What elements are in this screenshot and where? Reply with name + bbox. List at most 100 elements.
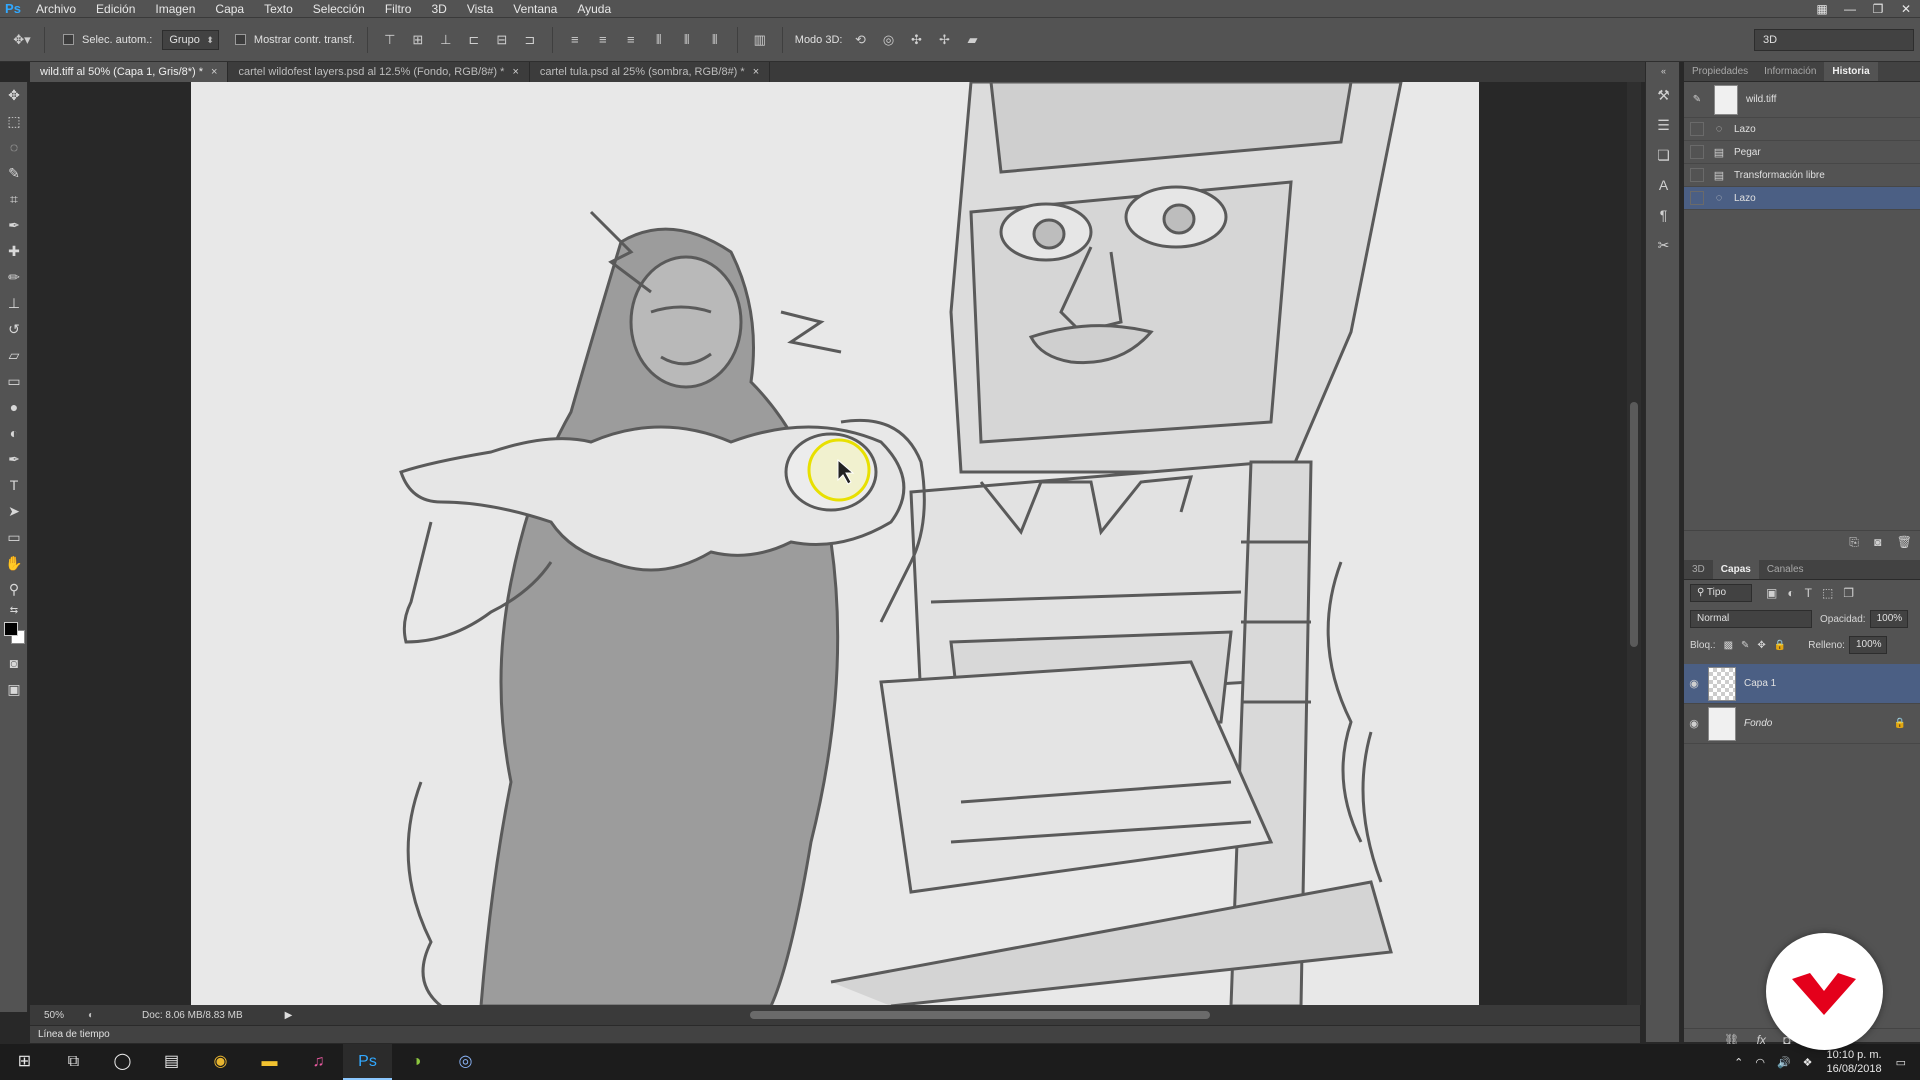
eye-icon[interactable]: ◉ — [1684, 717, 1704, 730]
chrome-icon[interactable]: ◉ — [196, 1044, 245, 1080]
marquee-tool-icon[interactable]: ⬚ — [0, 108, 28, 134]
layer-comps-icon[interactable]: ❏ — [1646, 140, 1681, 170]
quick-mask-icon[interactable]: ◙ — [0, 650, 28, 676]
dropbox-icon[interactable]: ❖ — [1803, 1056, 1813, 1069]
zoom-tool-icon[interactable]: ⚲ — [0, 576, 28, 602]
auto-align-icon[interactable]: ▥ — [749, 29, 771, 51]
menu-capa[interactable]: Capa — [205, 0, 254, 18]
history-check[interactable] — [1690, 145, 1704, 159]
horizontal-scroll-thumb[interactable] — [750, 1011, 1210, 1019]
quick-select-tool-icon[interactable]: ✎ — [0, 160, 28, 186]
align-vcenter-icon[interactable]: ⊞ — [407, 29, 429, 51]
network-icon[interactable]: ◠ — [1755, 1056, 1765, 1069]
menu-archivo[interactable]: Archivo — [26, 0, 86, 18]
collapse-icon[interactable]: « — [1646, 62, 1681, 80]
notifications-icon[interactable]: ▭ — [1896, 1056, 1906, 1069]
blur-tool-icon[interactable]: ● — [0, 394, 28, 420]
auto-select-dropdown[interactable]: Grupo — [162, 29, 219, 50]
color-swatches[interactable] — [0, 620, 27, 650]
crop-tool-icon[interactable]: ⌗ — [0, 186, 28, 212]
close-icon[interactable]: × — [512, 66, 518, 78]
clock[interactable]: 10:10 p. m. 16/08/2018 — [1827, 1048, 1882, 1076]
lasso-tool-icon[interactable]: ◌ — [0, 134, 28, 160]
menu-vista[interactable]: Vista — [457, 0, 503, 18]
trash-icon[interactable]: 🗑 — [1897, 535, 1912, 549]
filter-adjust-icon[interactable]: ◐ — [1787, 586, 1794, 600]
explorer-icon[interactable]: ▬ — [245, 1044, 294, 1080]
history-check[interactable] — [1690, 168, 1704, 182]
layer-name[interactable]: Capa 1 — [1744, 678, 1776, 689]
menu-seleccion[interactable]: Selección — [303, 0, 375, 18]
screen-mode-icon[interactable]: ▣ — [0, 676, 28, 702]
align-hcenter-icon[interactable]: ⊟ — [491, 29, 513, 51]
filter-smart-icon[interactable]: ❐ — [1843, 586, 1854, 600]
distribute-bottom-icon[interactable]: ≡ — [620, 29, 642, 51]
move-tool-preset-icon[interactable]: ✥▾ — [11, 29, 33, 51]
align-left-icon[interactable]: ⊏ — [463, 29, 485, 51]
tab-informacion[interactable]: Información — [1756, 62, 1824, 81]
zoom-level[interactable]: 50% — [44, 1010, 80, 1021]
tab-propiedades[interactable]: Propiedades — [1684, 62, 1756, 81]
gradient-tool-icon[interactable]: ▭ — [0, 368, 28, 394]
hand-tool-icon[interactable]: ✋ — [0, 550, 28, 576]
horizontal-scrollbar[interactable] — [350, 1011, 1640, 1019]
history-item-lazo[interactable]: ◌ Lazo — [1684, 118, 1920, 141]
distribute-right-icon[interactable]: ⦀ — [704, 29, 726, 51]
align-top-icon[interactable]: ⊤ — [379, 29, 401, 51]
character-icon[interactable]: A — [1646, 170, 1681, 200]
workspace-select[interactable]: 3D — [1754, 29, 1914, 51]
tab-3d[interactable]: 3D — [1684, 560, 1713, 579]
brush-tool-icon[interactable]: ✏ — [0, 264, 28, 290]
filter-type-icon[interactable]: T — [1805, 586, 1812, 600]
path-select-tool-icon[interactable]: ➤ — [0, 498, 28, 524]
workspace-icon[interactable]: ▦ — [1808, 0, 1836, 18]
file-manager-icon[interactable]: ▤ — [147, 1044, 196, 1080]
foreground-color-swatch[interactable] — [4, 622, 18, 636]
actions-icon[interactable]: ⚒ — [1646, 80, 1681, 110]
auto-select-checkbox[interactable] — [63, 34, 74, 45]
layer-fondo[interactable]: ◉ Fondo 🔒 — [1684, 704, 1920, 744]
history-check[interactable] — [1690, 122, 1704, 136]
move-tool-icon[interactable]: ✥ — [0, 82, 28, 108]
camera-icon[interactable]: ◙ — [1874, 535, 1881, 549]
itunes-icon[interactable]: ♫ — [294, 1044, 343, 1080]
menu-3d[interactable]: 3D — [421, 0, 456, 18]
type-tool-icon[interactable]: T — [0, 472, 28, 498]
orbit-3d-icon[interactable]: ⟲ — [849, 29, 871, 51]
volume-icon[interactable]: 🔊 — [1777, 1056, 1791, 1069]
tab-cartel-wildofest[interactable]: cartel wildofest layers.psd al 12.5% (Fo… — [228, 62, 530, 82]
pen-tool-icon[interactable]: ✒ — [0, 446, 28, 472]
menu-texto[interactable]: Texto — [254, 0, 303, 18]
history-brush-tool-icon[interactable]: ↺ — [0, 316, 28, 342]
tray-chevron-icon[interactable]: ⌃ — [1734, 1056, 1743, 1069]
blend-mode-select[interactable]: Normal — [1690, 610, 1812, 628]
pan-3d-icon[interactable]: ✣ — [905, 29, 927, 51]
filter-shape-icon[interactable]: ⬚ — [1822, 586, 1833, 600]
distribute-left-icon[interactable]: ⦀ — [648, 29, 670, 51]
slide-3d-icon[interactable]: ✢ — [933, 29, 955, 51]
paragraph-icon[interactable]: ¶ — [1646, 200, 1681, 230]
app-green-icon[interactable]: ◑ — [392, 1044, 441, 1080]
adjustments-icon[interactable]: ☰ — [1646, 110, 1681, 140]
eye-icon[interactable]: ◉ — [1684, 677, 1704, 690]
new-document-icon[interactable]: ⎘ — [1849, 535, 1859, 549]
layer-filter-select[interactable]: ⚲ Tipo — [1690, 584, 1752, 602]
tab-historia[interactable]: Historia — [1824, 62, 1878, 81]
tab-capas[interactable]: Capas — [1712, 560, 1759, 579]
tab-cartel-tula[interactable]: cartel tula.psd al 25% (sombra, RGB/8#) … — [529, 62, 771, 82]
minimize-icon[interactable]: — — [1836, 0, 1864, 18]
layer-capa-1[interactable]: ◉ Capa 1 — [1684, 664, 1920, 704]
vertical-scroll-thumb[interactable] — [1630, 402, 1638, 647]
menu-ventana[interactable]: Ventana — [503, 0, 567, 18]
scale-3d-icon[interactable]: ▰ — [961, 29, 983, 51]
roll-3d-icon[interactable]: ◎ — [877, 29, 899, 51]
dodge-tool-icon[interactable]: ◐ — [0, 420, 28, 446]
menu-ayuda[interactable]: Ayuda — [567, 0, 621, 18]
fill-input[interactable]: 100% — [1848, 636, 1887, 654]
tool-presets-icon[interactable]: ✂ — [1646, 230, 1681, 260]
start-icon[interactable]: ⊞ — [0, 1044, 49, 1080]
tab-canales[interactable]: Canales — [1759, 560, 1812, 579]
lock-all-icon[interactable]: 🔒 — [1774, 640, 1786, 651]
status-arrow-icon[interactable]: ▶ — [285, 1010, 293, 1021]
cortana-icon[interactable]: ◯ — [98, 1044, 147, 1080]
